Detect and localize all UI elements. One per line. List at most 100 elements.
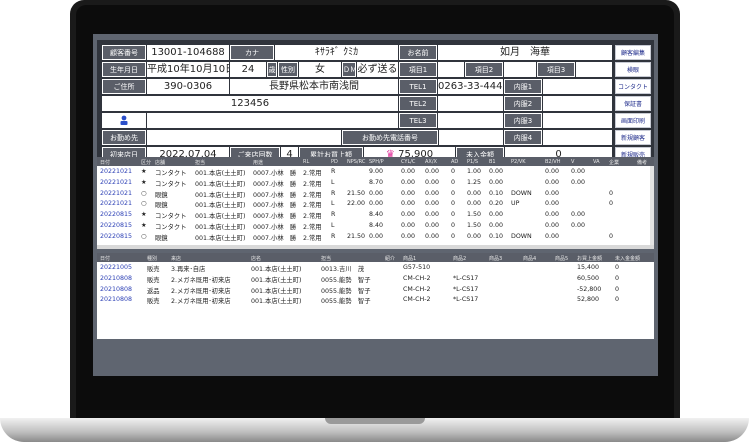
naigan3-field[interactable] bbox=[543, 113, 612, 128]
exam-history-header-cell[interactable]: VA bbox=[593, 159, 600, 165]
memo-field[interactable] bbox=[147, 113, 398, 128]
naigan1-field[interactable] bbox=[543, 79, 612, 94]
exam-history-cell: 21.50 bbox=[347, 189, 366, 197]
edit-customer-button[interactable]: 顧客編集 bbox=[615, 45, 651, 60]
exam-history-row[interactable]: 20221021 ○ 眼鏡 001.本店(土土町) 0007.小林 勝 2.常用 L 22.0… bbox=[97, 198, 654, 209]
sales-history-row[interactable]: 20210808 返品 2.メガネ既用･初来店 001.本店(土土町) 0055.能勢 … bbox=[97, 284, 654, 295]
sales-history-header-cell[interactable]: 紹介 bbox=[385, 255, 395, 262]
sales-history-cell: 0055.能勢 智子 bbox=[321, 298, 371, 306]
naigan2-button[interactable]: 内服2 bbox=[504, 96, 542, 111]
exam-history-header-cell[interactable]: 備考 bbox=[637, 159, 647, 166]
exam-history-header-cell[interactable]: 区分 bbox=[141, 159, 151, 166]
exam-history-cell: ★ bbox=[141, 211, 147, 219]
workplace-field[interactable] bbox=[147, 130, 341, 145]
naigan1-button[interactable]: 内服1 bbox=[504, 79, 542, 94]
horizontal-scrollbar[interactable] bbox=[97, 245, 654, 249]
naigan3-button[interactable]: 内服3 bbox=[504, 113, 542, 128]
warranty-button[interactable]: 保証書 bbox=[615, 96, 651, 111]
label-customer-no: 顧客番号 bbox=[102, 45, 146, 60]
app-screen: 顧客番号 13001-104688 カナ ｷｻﾗｷﾞ ｸﾐｶ お名前 如月 海華… bbox=[93, 34, 658, 376]
exam-history-cell: コンタクト bbox=[155, 213, 187, 221]
name-field[interactable]: 如月 海華 bbox=[438, 45, 612, 60]
exam-history-cell: 001.本店(土土町) bbox=[195, 180, 246, 188]
tel1-field[interactable]: 0263-33-4444 bbox=[438, 79, 503, 94]
exam-history-row[interactable]: 20220815 ○ 眼鏡 001.本店(土土町) 0007.小林 勝 2.常用 R 21.5… bbox=[97, 231, 654, 242]
naigan4-button[interactable]: 内服4 bbox=[504, 130, 542, 145]
sales-history-header-cell[interactable]: お買上金額 bbox=[577, 255, 602, 262]
sales-history-row[interactable]: 20210808 販売 2.メガネ既用･初来店 001.本店(土土町) 0055.能勢 … bbox=[97, 294, 654, 305]
exam-history-cell: 0.00 bbox=[425, 168, 440, 175]
exam-history-header-cell[interactable]: P1/S bbox=[467, 159, 478, 165]
contact-button[interactable]: コンタクト bbox=[615, 79, 651, 94]
item1-field[interactable] bbox=[438, 62, 464, 77]
exam-history-cell: 0.10 bbox=[489, 232, 504, 240]
exam-history-header-cell[interactable]: AX/X bbox=[425, 159, 437, 165]
item2-field[interactable] bbox=[504, 62, 536, 77]
sales-history-header-cell[interactable]: 日付 bbox=[100, 255, 110, 262]
sales-history-header-cell[interactable]: 商品1 bbox=[403, 255, 416, 262]
exam-history-header-cell[interactable]: 用途 bbox=[253, 159, 263, 166]
sales-history-header-cell[interactable]: 未入金金額 bbox=[615, 255, 640, 262]
exam-history-header-cell[interactable]: B2/VH bbox=[545, 159, 560, 165]
address2-field[interactable]: 123456 bbox=[102, 96, 398, 111]
exam-history-header-cell[interactable]: P2/VK bbox=[511, 159, 526, 165]
sales-history-header-cell[interactable]: 来店 bbox=[171, 255, 181, 262]
sales-history-header-cell[interactable]: 商品3 bbox=[489, 255, 502, 262]
item1-button[interactable]: 項目1 bbox=[399, 62, 437, 77]
exam-history-header-cell[interactable]: 店舗 bbox=[155, 159, 165, 166]
sales-history-row[interactable]: 20221005 販売 3.再来･自店 001.本店(土土町) 0013.吉川 茂 G57… bbox=[97, 262, 654, 273]
dm-field[interactable]: 必ず送る bbox=[357, 62, 398, 77]
exam-history-row[interactable]: 20221021 ★ コンタクト 001.本店(土土町) 0007.小林 勝 2.常用 L 8… bbox=[97, 177, 654, 188]
sales-history-header-cell[interactable]: 商品4 bbox=[523, 255, 536, 262]
exam-history-header-cell[interactable]: RL bbox=[303, 159, 309, 165]
item3-field[interactable] bbox=[576, 62, 612, 77]
new-customer-button[interactable]: 新規顧客 bbox=[615, 130, 651, 145]
vertical-scrollbar[interactable] bbox=[650, 166, 654, 245]
naigan4-field[interactable] bbox=[543, 130, 612, 145]
sales-history-cell: 販売 bbox=[147, 266, 160, 273]
customer-no-field[interactable]: 13001-104688 bbox=[147, 45, 229, 60]
eye-exam-button[interactable]: 検眼 bbox=[615, 62, 651, 77]
kana-field[interactable]: ｷｻﾗｷﾞ ｸﾐｶ bbox=[275, 45, 398, 60]
address-field[interactable]: 長野県松本市南浅間 bbox=[230, 79, 398, 94]
exam-history-header-cell[interactable]: 企業 bbox=[609, 159, 619, 166]
exam-history-row[interactable]: 20221021 ○ 眼鏡 001.本店(土土町) 0007.小林 勝 2.常用 R 21.5… bbox=[97, 188, 654, 199]
exam-history-header-cell[interactable]: NPS/RC bbox=[347, 159, 365, 165]
exam-history-cell: 0.00 bbox=[401, 189, 416, 197]
gender-field[interactable]: 女 bbox=[299, 62, 341, 77]
sales-history-header-cell[interactable]: 店名 bbox=[251, 255, 261, 262]
sales-history-row[interactable]: 20210808 販売 2.メガネ既用･初来店 001.本店(土土町) 0055.能勢 … bbox=[97, 273, 654, 284]
sales-history-cell: *L-CS17 bbox=[453, 296, 479, 304]
tel2-field[interactable] bbox=[438, 96, 503, 111]
sales-history-header-cell[interactable]: 商品2 bbox=[453, 255, 466, 262]
exam-history-header-cell[interactable]: SPH/P bbox=[369, 159, 384, 165]
birthday-field[interactable]: 平成10年10月10日 bbox=[147, 62, 229, 77]
postal-field[interactable]: 390-0306 bbox=[147, 79, 229, 94]
exam-history-header-cell[interactable]: V bbox=[571, 159, 574, 165]
exam-history-header-cell[interactable]: 担当 bbox=[195, 159, 205, 166]
tel3-label: TEL3 bbox=[399, 113, 437, 128]
exam-history-row[interactable]: 20220815 ★ コンタクト 001.本店(土土町) 0007.小林 勝 2.常用 L 8… bbox=[97, 220, 654, 231]
exam-history-cell: 眼鏡 bbox=[155, 234, 168, 242]
sales-history-header-cell[interactable]: 商品5 bbox=[555, 255, 568, 262]
label-birthday: 生年月日 bbox=[102, 62, 146, 77]
sales-history-header-cell[interactable]: 担当 bbox=[321, 255, 331, 262]
exam-history-header-cell[interactable]: CYL/C bbox=[401, 159, 415, 165]
exam-history-header-cell[interactable]: B1 bbox=[489, 159, 496, 165]
exam-history-header-cell[interactable]: AD bbox=[451, 159, 458, 165]
naigan2-field[interactable] bbox=[543, 96, 612, 111]
exam-history-row[interactable]: 20220815 ★ コンタクト 001.本店(土土町) 0007.小林 勝 2.常用 R 8… bbox=[97, 209, 654, 220]
exam-history-cell: 0.00 bbox=[571, 211, 586, 219]
tel3-field[interactable] bbox=[438, 113, 503, 128]
person-button[interactable] bbox=[102, 113, 146, 128]
exam-history-header-cell[interactable]: 日付 bbox=[100, 159, 110, 166]
item3-button[interactable]: 項目3 bbox=[537, 62, 575, 77]
exam-history-row[interactable]: 20221021 ★ コンタクト 001.本店(土土町) 0007.小林 勝 2.常用 R 9… bbox=[97, 166, 654, 177]
workplace-tel-field[interactable] bbox=[439, 130, 503, 145]
print-screen-button[interactable]: 画面印刷 bbox=[615, 113, 651, 128]
exam-history-cell: 0007.小林 勝 bbox=[253, 202, 297, 210]
exam-history-cell: コンタクト bbox=[155, 223, 187, 231]
item2-button[interactable]: 項目2 bbox=[465, 62, 503, 77]
exam-history-header-cell[interactable]: PD bbox=[331, 159, 338, 165]
sales-history-header-cell[interactable]: 種別 bbox=[147, 255, 157, 262]
